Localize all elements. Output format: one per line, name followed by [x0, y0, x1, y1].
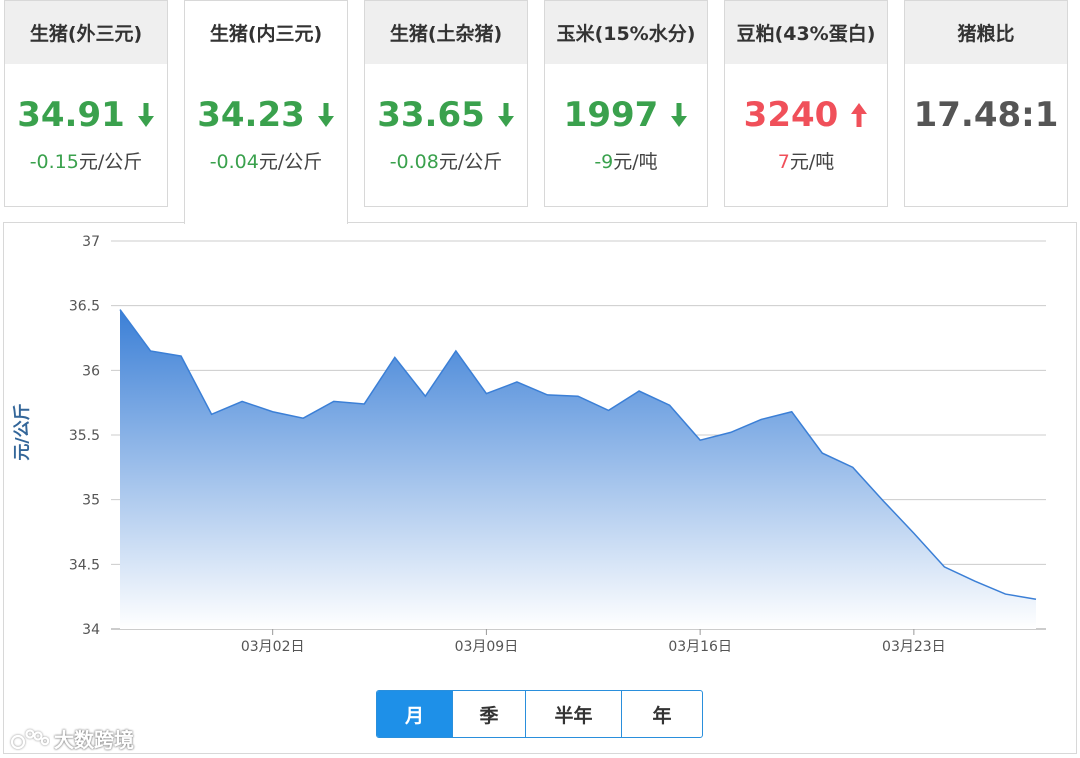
data-point[interactable]: [361, 401, 367, 407]
card-value-row: 1997: [545, 95, 707, 135]
data-point[interactable]: [483, 391, 489, 397]
data-point[interactable]: [117, 307, 123, 313]
y-tick-label: 37: [82, 234, 100, 250]
data-point[interactable]: [270, 409, 276, 415]
card-change-unit: 元/吨: [613, 151, 658, 173]
card-title: 豆粕(43%蛋白): [725, 1, 887, 64]
card-title: 生猪(土杂猪): [365, 1, 527, 64]
x-tick-label: 03月23日: [882, 639, 946, 655]
arrow-down-icon: [671, 103, 688, 127]
card-value: 17.48:1: [913, 95, 1059, 135]
arrow-down-icon: [497, 103, 514, 127]
card-change-unit: 元/吨: [789, 151, 835, 173]
data-point[interactable]: [239, 398, 245, 404]
watermark: 大数跨境: [8, 724, 134, 753]
card-change: -9元/吨: [545, 147, 707, 174]
card-value-row: 17.48:1: [905, 95, 1067, 135]
card-hog-native[interactable]: 生猪(土杂猪) 33.65 -0.08元/公斤: [364, 0, 528, 207]
card-change-amount: -0.04: [209, 151, 259, 173]
card-value-row: 34.91: [5, 95, 167, 135]
data-point[interactable]: [575, 393, 581, 399]
range-quarter-button[interactable]: 季: [452, 691, 525, 737]
card-value: 3240: [743, 95, 839, 135]
card-change-amount: 7: [777, 151, 790, 173]
card-corn[interactable]: 玉米(15%水分) 1997 -9元/吨: [544, 0, 708, 207]
price-chart: 37 36.5 36 35.5 35 34.5 34 03月02日 03月09日 03月16日 03…: [69, 234, 1046, 655]
arrow-up-icon: [851, 103, 868, 127]
card-title: 生猪(外三元): [5, 1, 167, 64]
data-point[interactable]: [911, 530, 917, 536]
card-value: 34.91: [17, 95, 125, 135]
card-hog-outer[interactable]: 生猪(外三元) 34.91 -0.15元/公斤: [4, 0, 168, 207]
y-tick-label: 34.5: [69, 557, 100, 573]
watermark-text: 大数跨境: [54, 728, 134, 752]
card-hog-grain-ratio[interactable]: 猪粮比 17.48:1: [904, 0, 1068, 207]
data-point[interactable]: [850, 464, 856, 470]
chart-panel: 37 36.5 36 35.5 35 34.5 34 03月02日 03月09日 03月16日 03…: [3, 222, 1077, 754]
card-change-amount: -0.08: [389, 151, 439, 173]
x-tick-label: 03月16日: [668, 639, 732, 655]
card-change: -0.15元/公斤: [5, 147, 167, 174]
card-change: -0.04元/公斤: [185, 147, 347, 174]
x-tick-label: 03月09日: [455, 639, 519, 655]
data-point[interactable]: [300, 415, 306, 421]
card-change: 7元/吨: [725, 147, 887, 174]
data-point[interactable]: [178, 353, 184, 359]
y-axis-label: 元/公斤: [12, 403, 33, 461]
data-point[interactable]: [148, 348, 154, 354]
card-value: 33.65: [377, 95, 485, 135]
data-point[interactable]: [972, 578, 978, 584]
data-point[interactable]: [941, 564, 947, 570]
series-area: [120, 309, 1036, 629]
card-value-row: 34.23: [185, 95, 347, 135]
y-tick-label: 35: [82, 493, 100, 509]
paw-logo-icon: [10, 728, 50, 749]
data-point[interactable]: [819, 450, 825, 456]
range-selector: 月 季 半年 年: [376, 690, 703, 738]
range-month-button[interactable]: 月: [377, 691, 452, 737]
y-tick-label: 34: [82, 622, 100, 638]
y-tick-label: 36: [82, 363, 100, 379]
card-title: 猪粮比: [905, 1, 1067, 64]
data-point[interactable]: [606, 407, 612, 413]
arrow-down-icon: [137, 103, 154, 127]
card-change-unit: 元/公斤: [258, 151, 323, 173]
data-point[interactable]: [1033, 596, 1039, 602]
data-point[interactable]: [514, 379, 520, 385]
y-tick-label: 36.5: [69, 299, 100, 315]
data-point[interactable]: [728, 429, 734, 435]
data-point[interactable]: [209, 411, 215, 417]
card-change-amount: -9: [594, 151, 614, 173]
card-value-row: 33.65: [365, 95, 527, 135]
data-point[interactable]: [453, 348, 459, 354]
data-point[interactable]: [667, 402, 673, 408]
range-year-button[interactable]: 年: [621, 691, 702, 737]
card-value: 1997: [563, 95, 659, 135]
card-soymeal[interactable]: 豆粕(43%蛋白) 3240 7元/吨: [724, 0, 888, 207]
card-change: -0.08元/公斤: [365, 147, 527, 174]
card-value-row: 3240: [725, 95, 887, 135]
card-title: 玉米(15%水分): [545, 1, 707, 64]
data-point[interactable]: [789, 409, 795, 415]
card-hog-inner[interactable]: 生猪(内三元) 34.23 -0.04元/公斤: [184, 0, 348, 224]
y-tick-label: 35.5: [69, 428, 100, 444]
data-point[interactable]: [1002, 591, 1008, 597]
x-tick-label: 03月02日: [241, 639, 305, 655]
card-change-unit: 元/公斤: [438, 151, 503, 173]
range-halfyear-button[interactable]: 半年: [525, 691, 621, 737]
card-change-unit: 元/公斤: [78, 151, 143, 173]
data-point[interactable]: [758, 416, 764, 422]
data-point[interactable]: [544, 392, 550, 398]
data-point[interactable]: [697, 437, 703, 443]
card-title: 生猪(内三元): [185, 1, 347, 64]
data-point[interactable]: [331, 398, 337, 404]
card-value: 34.23: [197, 95, 305, 135]
data-point[interactable]: [422, 393, 428, 399]
card-change-amount: -0.15: [29, 151, 79, 173]
data-point[interactable]: [880, 498, 886, 504]
data-point[interactable]: [392, 354, 398, 360]
data-point[interactable]: [636, 388, 642, 394]
arrow-down-icon: [317, 103, 334, 127]
